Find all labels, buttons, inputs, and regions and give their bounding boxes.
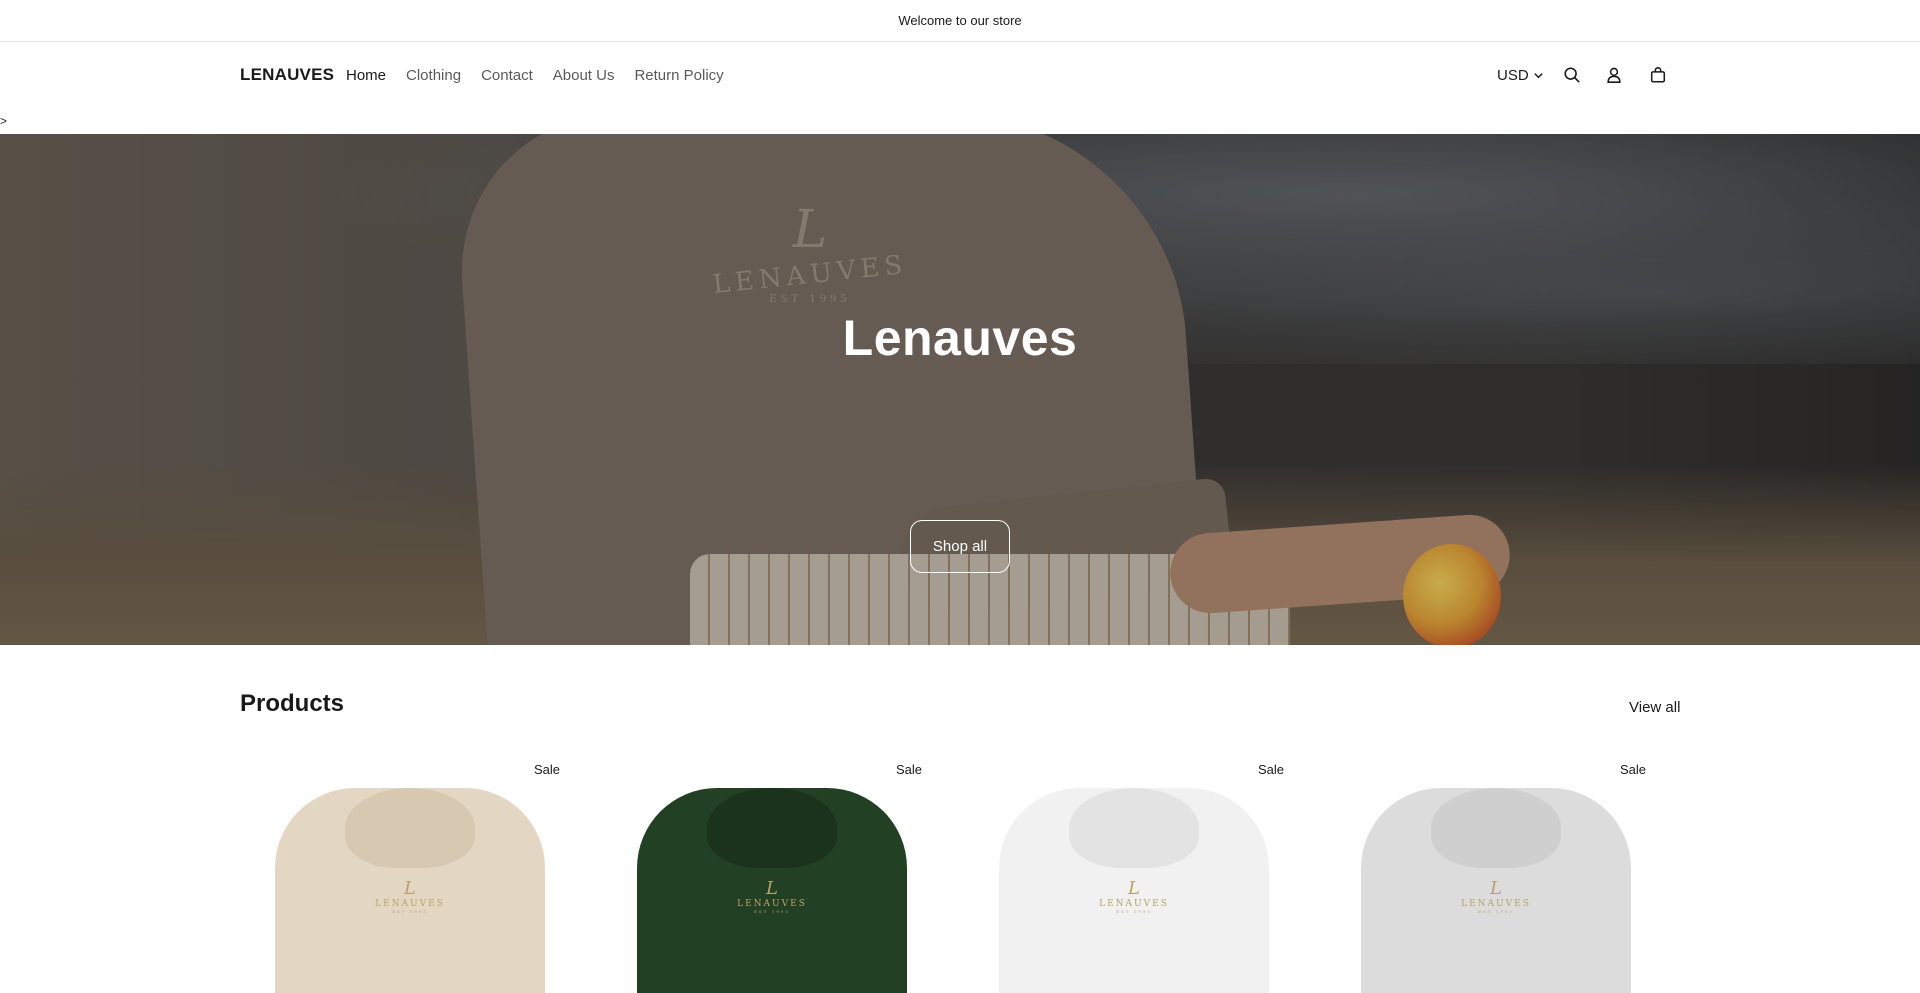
nav-contact[interactable]: Contact — [481, 67, 533, 84]
search-icon[interactable] — [1560, 63, 1584, 87]
product-card[interactable]: Sale L LENAUVES EST 1995 — [602, 760, 942, 993]
product-card[interactable]: Sale L LENAUVES EST 1995 — [964, 760, 1304, 993]
product-image[interactable]: L LENAUVES EST 1995 — [637, 788, 907, 993]
hoodie-hood — [345, 788, 475, 868]
sale-badge: Sale — [533, 762, 560, 777]
hoodie-print: L LENAUVES EST 1995 — [999, 878, 1269, 914]
hoodie-print-est: EST 1995 — [1478, 909, 1514, 914]
cart-icon[interactable] — [1646, 63, 1670, 87]
announcement-bar: Welcome to our store — [0, 0, 1920, 42]
account-icon[interactable] — [1602, 63, 1626, 87]
nav-return-policy[interactable]: Return Policy — [634, 67, 723, 84]
product-card[interactable]: Sale L LENAUVES EST 1995 — [240, 760, 580, 993]
currency-selector[interactable]: USD — [1497, 67, 1544, 84]
main-nav: Home Clothing Contact About Us Return Po… — [346, 67, 744, 84]
sale-badge: Sale — [1619, 762, 1646, 777]
hoodie-print-est: EST 1995 — [1116, 909, 1152, 914]
hoodie-print: L LENAUVES EST 1995 — [1361, 878, 1631, 914]
hero-title: Lenauves — [842, 310, 1078, 366]
nav-home[interactable]: Home — [346, 67, 386, 84]
nav-about-us[interactable]: About Us — [553, 67, 615, 84]
hoodie-print-initial: L — [1128, 878, 1140, 899]
chevron-down-icon — [1533, 73, 1543, 79]
hoodie-print: L LENAUVES EST 1995 — [637, 878, 907, 914]
sale-badge: Sale — [1257, 762, 1284, 777]
hoodie-print-word: LENAUVES — [375, 899, 445, 909]
hoodie-print-est: EST 1995 — [754, 909, 790, 914]
shop-all-button[interactable]: Shop all — [910, 520, 1010, 573]
hoodie-hood — [1431, 788, 1561, 868]
currency-label: USD — [1497, 67, 1529, 84]
hoodie-print-word: LENAUVES — [737, 899, 807, 909]
nav-clothing[interactable]: Clothing — [406, 67, 461, 84]
stray-text: > — [0, 114, 8, 128]
products-heading: Products — [240, 690, 345, 717]
site-header: LENAUVES Home Clothing Contact About Us … — [0, 43, 1920, 110]
hoodie-print-word: LENAUVES — [1461, 899, 1531, 909]
product-card[interactable]: Sale L LENAUVES EST 1995 — [1326, 760, 1666, 993]
hoodie-print-word: LENAUVES — [1099, 899, 1169, 909]
product-image[interactable]: L LENAUVES EST 1995 — [1361, 788, 1631, 993]
store-logo[interactable]: LENAUVES — [240, 65, 334, 85]
hoodie-print-initial: L — [766, 878, 778, 899]
hoodie-print-initial: L — [1490, 878, 1502, 899]
view-all-link[interactable]: View all — [1629, 699, 1680, 716]
announcement-text: Welcome to our store — [898, 13, 1022, 28]
hoodie-print-est: EST 1995 — [392, 909, 428, 914]
hoodie-hood — [1069, 788, 1199, 868]
product-image[interactable]: L LENAUVES EST 1995 — [275, 788, 545, 993]
hoodie-hood — [707, 788, 837, 868]
sale-badge: Sale — [895, 762, 922, 777]
hoodie-print: L LENAUVES EST 1995 — [275, 878, 545, 914]
product-image[interactable]: L LENAUVES EST 1995 — [999, 788, 1269, 993]
hoodie-print-initial: L — [404, 878, 416, 899]
